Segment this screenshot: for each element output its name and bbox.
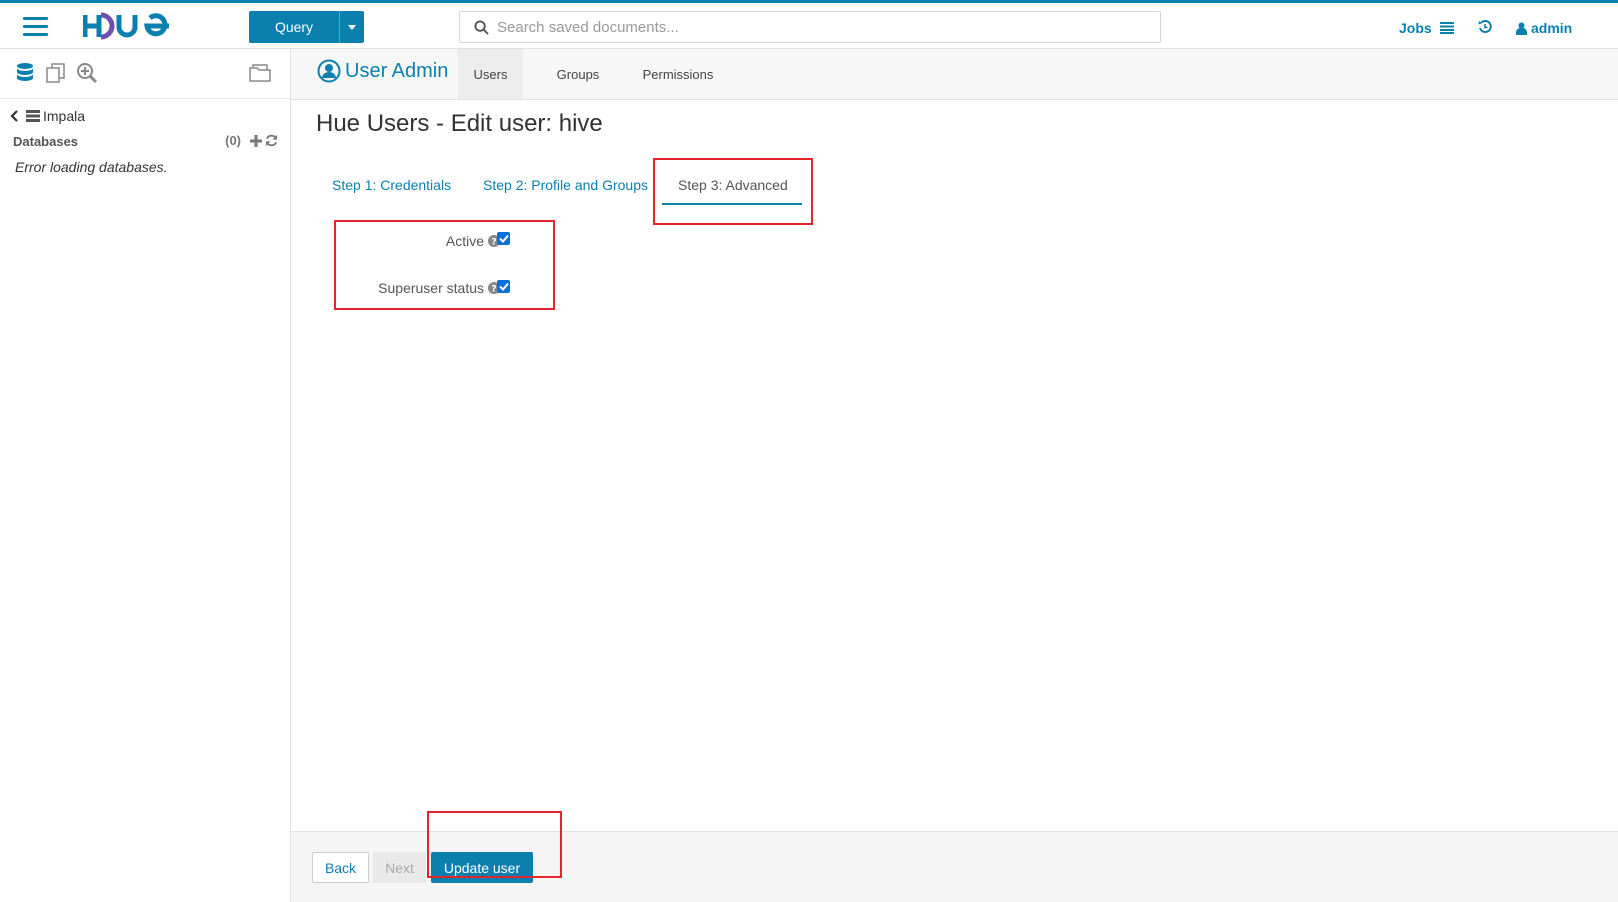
impala-source-back[interactable]: Impala <box>10 108 85 124</box>
tab-groups-label: Groups <box>556 66 600 82</box>
plus-icon[interactable] <box>250 134 262 147</box>
databases-count: (0) <box>225 133 241 148</box>
active-field-row: Active ? <box>300 233 500 249</box>
tab-users-label: Users <box>473 66 508 82</box>
step-credentials[interactable]: Step 1: Credentials <box>332 177 451 193</box>
documents-icon[interactable] <box>45 62 67 84</box>
app-subheader: User Admin Users Groups Permissions <box>291 49 1618 100</box>
app-title-label: User Admin <box>345 59 449 82</box>
list-icon <box>1439 22 1454 34</box>
top-navbar: Query Jobs admin <box>0 0 1618 49</box>
jobs-link[interactable]: Jobs <box>1399 20 1454 36</box>
history-icon[interactable] <box>1478 20 1492 34</box>
superuser-label: Superuser status <box>378 280 484 296</box>
jobs-label: Jobs <box>1399 20 1432 36</box>
user-name: admin <box>1531 20 1573 36</box>
user-icon <box>1516 22 1527 35</box>
active-checkbox[interactable] <box>497 232 510 245</box>
update-user-button[interactable]: Update user <box>431 852 533 883</box>
step-advanced[interactable]: Step 3: Advanced <box>678 177 788 193</box>
search-icon <box>474 19 489 35</box>
databases-header: Databases (0) <box>13 133 278 149</box>
next-button: Next <box>373 852 426 883</box>
superuser-field-row: Superuser status ? <box>300 280 500 296</box>
impala-label: Impala <box>43 108 86 124</box>
tab-groups[interactable]: Groups <box>531 49 625 99</box>
wizard-steps: Step 1: Credentials Step 2: Profile and … <box>291 165 891 210</box>
page-title: Hue Users - Edit user: hive <box>316 110 603 137</box>
database-icon[interactable] <box>16 62 34 84</box>
tab-permissions[interactable]: Permissions <box>625 49 731 99</box>
hue-logo[interactable] <box>83 11 183 41</box>
checkmark-icon <box>498 234 509 243</box>
active-label: Active <box>445 233 484 249</box>
step-profile-groups[interactable]: Step 2: Profile and Groups <box>483 177 648 193</box>
user-menu[interactable]: admin <box>1516 20 1572 36</box>
active-step-underline <box>662 203 802 205</box>
query-button-label: Query <box>274 19 314 35</box>
superuser-checkbox[interactable] <box>497 280 510 293</box>
tab-permissions-label: Permissions <box>642 66 714 82</box>
back-button[interactable]: Back <box>312 852 369 883</box>
search-box[interactable] <box>459 11 1161 43</box>
query-dropdown-caret-icon[interactable] <box>339 11 364 43</box>
refresh-icon[interactable] <box>265 134 278 147</box>
user-circle-icon <box>317 59 341 83</box>
assist-panel-icons <box>0 49 290 99</box>
left-assist-panel: Impala Databases (0) Error loading datab… <box>0 49 291 902</box>
tab-users[interactable]: Users <box>458 49 523 99</box>
user-admin-title[interactable]: User Admin <box>317 59 448 83</box>
databases-label: Databases <box>13 134 79 149</box>
hamburger-menu-icon[interactable] <box>23 17 48 37</box>
form-footer: Back Next Update user <box>291 831 1618 902</box>
databases-error-message: Error loading databases. <box>15 159 168 175</box>
svg-text:?: ? <box>491 285 496 295</box>
zoom-in-icon[interactable] <box>76 62 98 84</box>
query-button[interactable]: Query <box>249 11 364 43</box>
chevron-left-icon[interactable] <box>10 110 18 122</box>
folder-icon[interactable] <box>248 62 272 84</box>
svg-text:?: ? <box>491 238 496 248</box>
search-input[interactable] <box>497 18 1097 36</box>
server-icon <box>26 110 40 122</box>
checkmark-icon <box>498 282 509 291</box>
